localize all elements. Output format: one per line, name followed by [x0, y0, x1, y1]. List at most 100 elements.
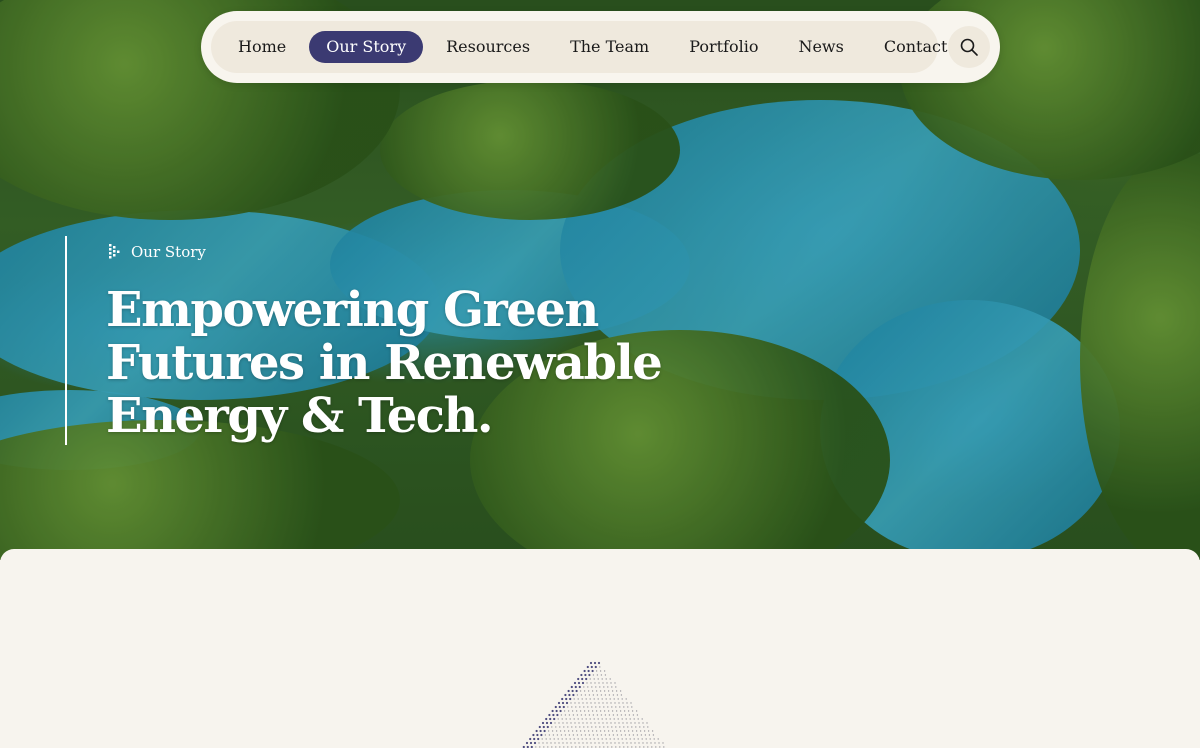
- graphic-dot: [573, 718, 575, 720]
- graphic-dot: [551, 746, 553, 748]
- graphic-dot: [572, 714, 575, 716]
- graphic-dot: [525, 741, 529, 745]
- graphic-dot: [622, 742, 624, 744]
- graphic-dot: [558, 742, 560, 744]
- graphic-dot: [623, 710, 626, 712]
- graphic-dot: [579, 690, 582, 692]
- graphic-dot: [601, 678, 603, 680]
- nav-item-home[interactable]: Home: [221, 31, 303, 63]
- graphic-dot: [548, 713, 551, 717]
- search-button[interactable]: [948, 26, 990, 68]
- graphic-dot: [584, 673, 587, 677]
- graphic-dot: [632, 734, 635, 736]
- graphic-dot: [565, 738, 567, 740]
- graphic-dot: [586, 682, 588, 684]
- graphic-dot: [631, 726, 633, 728]
- graphic-dot: [585, 677, 588, 681]
- graphic-dot: [625, 738, 627, 740]
- graphic-dot: [591, 706, 593, 708]
- graphic-dot: [598, 722, 600, 724]
- graphic-dot: [599, 690, 602, 692]
- graphic-dot: [556, 734, 559, 736]
- nav-item-the-team[interactable]: The Team: [553, 31, 666, 63]
- graphic-dot: [663, 746, 665, 748]
- graphic-dot: [606, 742, 608, 744]
- graphic-dot: [619, 690, 622, 692]
- graphic-dot: [613, 718, 615, 720]
- graphic-dot: [624, 714, 627, 716]
- graphic-dot: [587, 726, 589, 728]
- graphic-dot: [600, 734, 603, 736]
- graphic-dot: [551, 730, 554, 732]
- graphic-dot: [584, 694, 587, 696]
- nav-item-our-story[interactable]: Our Story: [309, 31, 424, 63]
- graphic-dot: [605, 738, 607, 740]
- graphic-dot: [549, 721, 553, 725]
- graphic-dot: [593, 698, 595, 700]
- graphic-dot: [630, 722, 632, 724]
- graphic-dot: [618, 702, 620, 704]
- graphic-dot: [547, 730, 550, 732]
- graphic-dot: [581, 698, 583, 700]
- graphic-dot: [591, 730, 594, 732]
- graphic-dot: [573, 698, 575, 700]
- graphic-dot: [625, 718, 627, 720]
- graphic-dot: [574, 702, 576, 704]
- graphic-dot: [624, 734, 627, 736]
- graphic-dot: [583, 746, 585, 748]
- graphic-dot: [603, 726, 605, 728]
- graphic-dot: [570, 742, 572, 744]
- graphic-dot: [562, 705, 565, 709]
- graphic-dot: [569, 697, 572, 701]
- graphic-dot: [631, 746, 633, 748]
- graphic-dot: [577, 738, 579, 740]
- graphic-dot: [607, 686, 609, 688]
- graphic-dot: [577, 698, 579, 700]
- graphic-dot: [605, 678, 607, 680]
- graphic-dot: [582, 702, 584, 704]
- graphic-dot: [588, 673, 591, 677]
- graphic-dot: [567, 710, 570, 712]
- graphic-dot: [602, 682, 604, 684]
- graphic-dot: [596, 694, 599, 696]
- graphic-dot: [566, 742, 568, 744]
- graphic-dot: [557, 718, 559, 720]
- graphic-dot: [578, 685, 581, 689]
- nav-item-resources[interactable]: Resources: [429, 31, 547, 63]
- graphic-dot: [627, 706, 629, 708]
- graphic-dot: [571, 726, 573, 728]
- graphic-dot: [596, 734, 599, 736]
- graphic-dot: [545, 738, 547, 740]
- graphic-dot: [619, 730, 622, 732]
- graphic-dot: [611, 710, 614, 712]
- graphic-dot: [635, 710, 638, 712]
- graphic-dot: [626, 702, 628, 704]
- graphic-dot: [579, 730, 582, 732]
- graphic-dot: [558, 705, 561, 709]
- graphic-dot: [557, 701, 561, 705]
- graphic-dot: [595, 686, 597, 688]
- graphic-dot: [614, 742, 616, 744]
- graphic-dot: [558, 722, 560, 724]
- graphic-dot: [607, 726, 609, 728]
- graphic-dot: [545, 717, 548, 721]
- graphic-dot: [578, 722, 580, 724]
- graphic-dot: [587, 710, 590, 712]
- graphic-dot: [570, 685, 573, 689]
- graphic-dot: [608, 714, 611, 716]
- graphic-dot: [620, 714, 623, 716]
- graphic-dot: [595, 710, 598, 712]
- graphic-dot: [639, 746, 641, 748]
- nav-item-portfolio[interactable]: Portfolio: [672, 31, 775, 63]
- nav-item-news[interactable]: News: [781, 31, 860, 63]
- graphic-dot: [560, 734, 563, 736]
- graphic-dot: [581, 677, 584, 681]
- graphic-dot: [617, 738, 619, 740]
- graphic-dot: [644, 734, 647, 736]
- graphic-dot: [563, 726, 565, 728]
- graphic-dot: [600, 674, 603, 676]
- graphic-dot: [559, 726, 561, 728]
- graphic-dot: [600, 694, 603, 696]
- graphic-dot: [581, 738, 583, 740]
- graphic-dot: [572, 734, 575, 736]
